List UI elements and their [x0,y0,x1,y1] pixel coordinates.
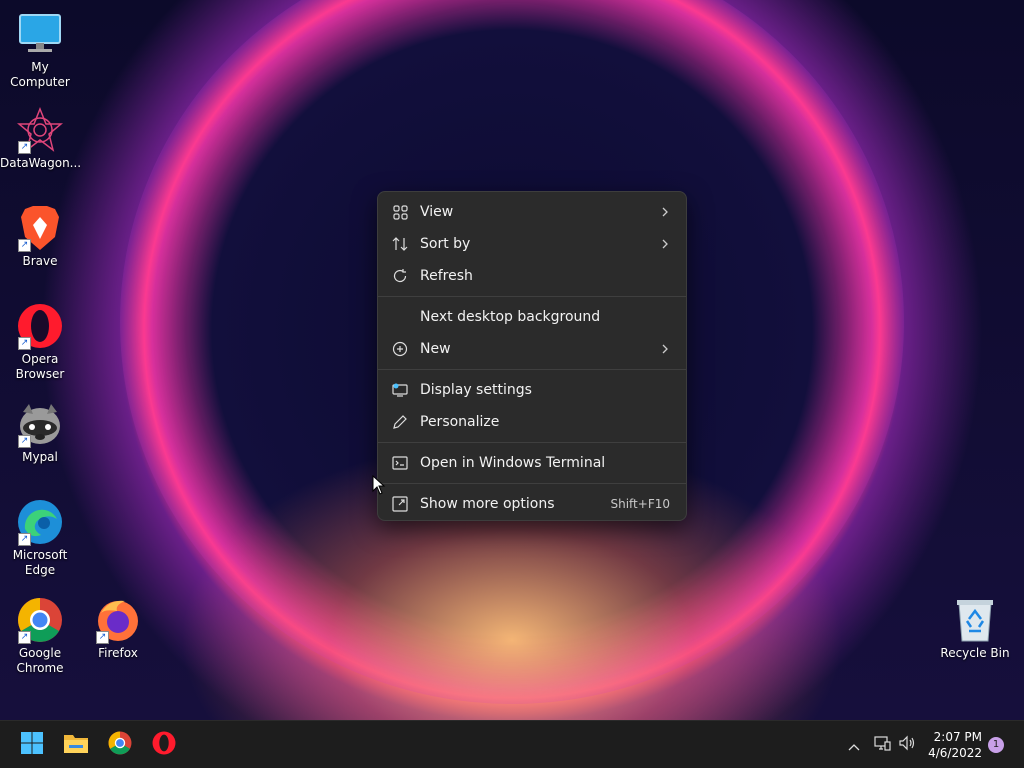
menu-item-next-desktop-background[interactable]: Next desktop background [378,301,686,333]
expand-icon [392,496,408,512]
mouse-cursor-icon [372,474,386,495]
clock-time: 2:07 PM [933,730,982,744]
desktop-icon-datawagon[interactable]: ↗ DataWagon... [0,106,82,171]
menu-item-view[interactable]: View [378,196,686,228]
menu-item-new[interactable]: New [378,333,686,365]
taskbar: 2:07 PM 4/6/2022 1 [0,720,1024,768]
notification-badge[interactable]: 1 [988,737,1004,753]
menu-item-show-more-options[interactable]: Show more options Shift+F10 [378,488,686,520]
network-icon [873,735,891,755]
start-icon [20,731,44,759]
desktop-icon-edge[interactable]: ↗ Microsoft Edge [0,498,80,578]
menu-separator [378,296,686,297]
desktop-icon-opera[interactable]: ↗ Opera Browser [0,302,80,382]
menu-item-refresh[interactable]: Refresh [378,260,686,292]
desktop-icon-my-computer[interactable]: My Computer [0,10,80,90]
grid-icon [392,204,408,220]
menu-item-label: Refresh [420,268,473,284]
desktop-icon-label: Microsoft Edge [12,548,68,577]
network-button[interactable] [870,727,894,763]
menu-item-label: Sort by [420,236,471,252]
desktop-context-menu: View Sort by Refresh Next desktop backgr… [377,191,687,521]
sort-icon [392,236,408,252]
desktop-icon-brave[interactable]: ↗ Brave [0,204,80,269]
file-explorer-button[interactable] [58,727,94,763]
desktop-icon-label: Google Chrome [16,646,64,675]
menu-item-label: Show more options [420,496,555,512]
terminal-icon [392,455,408,471]
menu-item-label: Display settings [420,382,532,398]
taskbar-clock[interactable]: 2:07 PM 4/6/2022 [928,729,982,761]
menu-separator [378,483,686,484]
menu-separator [378,369,686,370]
chrome-icon [108,731,132,759]
desktop-icon-label: Mypal [22,450,58,464]
desktop-icon-label: Recycle Bin [940,646,1010,660]
opera-icon [152,731,176,759]
menu-item-label: View [420,204,454,220]
chrome-taskbar-button[interactable] [102,727,138,763]
chevron-up-icon [848,736,860,755]
menu-item-open-terminal[interactable]: Open in Windows Terminal [378,447,686,479]
volume-button[interactable] [894,727,920,763]
menu-item-sort-by[interactable]: Sort by [378,228,686,260]
desktop-icon-label: My Computer [10,60,70,89]
chevron-right-icon [660,236,670,252]
desktop-icon-mypal[interactable]: ↗ Mypal [0,400,80,465]
menu-item-label: Personalize [420,414,500,430]
menu-item-personalize[interactable]: Personalize [378,406,686,438]
volume-icon [898,735,916,755]
pen-icon [392,414,408,430]
opera-taskbar-button[interactable] [146,727,182,763]
file-explorer-icon [63,732,89,758]
monitor-icon [16,10,64,58]
firefox-icon: ↗ [94,596,142,644]
show-hidden-icons-button[interactable] [842,727,866,763]
clock-date: 4/6/2022 [928,746,982,760]
edge-icon: ↗ [16,498,64,546]
datawagon-icon: ↗ [16,106,64,154]
desktop-icon-chrome[interactable]: ↗ Google Chrome [0,596,80,676]
chrome-icon: ↗ [16,596,64,644]
menu-item-display-settings[interactable]: Display settings [378,374,686,406]
menu-item-label: New [420,341,451,357]
recycle-bin-icon [951,596,999,644]
display-icon [392,382,408,398]
desktop-icon-label: Firefox [98,646,138,660]
menu-item-label: Next desktop background [420,309,601,325]
chevron-right-icon [660,341,670,357]
chevron-right-icon [660,204,670,220]
desktop-icon-recycle-bin[interactable]: Recycle Bin [936,596,1014,661]
desktop-icon-firefox[interactable]: ↗ Firefox [78,596,158,661]
plus-circle-icon [392,341,408,357]
refresh-icon [392,268,408,284]
desktop-icon-label: Opera Browser [15,352,65,381]
menu-item-label: Open in Windows Terminal [420,455,606,471]
desktop-icon-label: Brave [22,254,58,268]
menu-separator [378,442,686,443]
menu-item-shortcut: Shift+F10 [610,497,670,511]
opera-icon: ↗ [16,302,64,350]
brave-icon: ↗ [16,204,64,252]
start-button[interactable] [14,727,50,763]
mypal-icon: ↗ [16,400,64,448]
desktop-icon-label: DataWagon... [0,156,82,170]
